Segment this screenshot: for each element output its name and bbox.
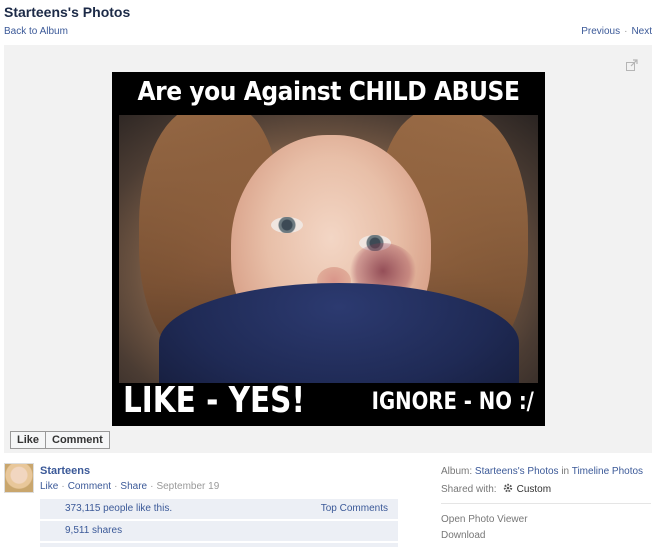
- shared-label: Shared with:: [441, 484, 497, 495]
- open-photo-viewer-link[interactable]: Open Photo Viewer: [441, 514, 528, 525]
- album-name-link[interactable]: Starteens's Photos: [475, 466, 559, 477]
- shares-count[interactable]: 9,511 shares: [65, 525, 122, 536]
- author-name[interactable]: Starteens: [40, 465, 90, 477]
- photo-nav: Previous · Next: [581, 26, 652, 37]
- expand-icon[interactable]: [626, 59, 638, 71]
- next-link[interactable]: Next: [631, 26, 652, 37]
- main-photo[interactable]: Are you Against CHILD ABUSE LIKE - YES! …: [112, 72, 545, 426]
- privacy-info: Shared with: Custom: [441, 483, 551, 495]
- album-in: in: [561, 466, 570, 477]
- photo-image: [119, 115, 538, 383]
- meme-caption-top: Are you Against CHILD ABUSE: [137, 77, 520, 107]
- avatar[interactable]: [4, 463, 34, 493]
- post-share-link[interactable]: Share: [120, 481, 147, 492]
- feedback-box: 373,115 people like this. Top Comments 9…: [40, 499, 398, 547]
- sidebar-divider: [441, 503, 651, 504]
- album-info: Album: Starteens's Photos in Timeline Ph…: [441, 466, 643, 477]
- page-title: Starteens's Photos: [4, 4, 131, 20]
- meme-caption-like: LIKE - YES!: [123, 380, 305, 421]
- back-to-album-link[interactable]: Back to Album: [4, 26, 68, 37]
- post-like-link[interactable]: Like: [40, 481, 58, 492]
- post-date: September 19: [156, 481, 220, 492]
- gear-icon: [503, 483, 512, 493]
- post-comment-link[interactable]: Comment: [68, 481, 111, 492]
- album-label: Album:: [441, 466, 473, 477]
- comment-row: [40, 543, 398, 547]
- photo-action-bar: Like Comment: [10, 431, 110, 449]
- download-link[interactable]: Download: [441, 530, 485, 541]
- previous-link[interactable]: Previous: [581, 26, 620, 37]
- top-comments-link[interactable]: Top Comments: [321, 499, 388, 519]
- meme-caption-ignore: IGNORE - NO :/: [371, 387, 534, 415]
- photo-stage: Are you Against CHILD ABUSE LIKE - YES! …: [4, 45, 652, 453]
- post-meta: Like · Comment · Share · September 19: [40, 481, 220, 492]
- shares-row: 9,511 shares: [40, 521, 398, 541]
- likes-count[interactable]: 373,115 people like this.: [65, 503, 172, 514]
- nav-separator: ·: [624, 26, 628, 37]
- comment-button[interactable]: Comment: [45, 432, 109, 448]
- shared-value[interactable]: Custom: [517, 484, 551, 495]
- timeline-photos-link[interactable]: Timeline Photos: [572, 466, 643, 477]
- like-button[interactable]: Like: [11, 432, 45, 448]
- likes-row: 373,115 people like this. Top Comments: [40, 499, 398, 519]
